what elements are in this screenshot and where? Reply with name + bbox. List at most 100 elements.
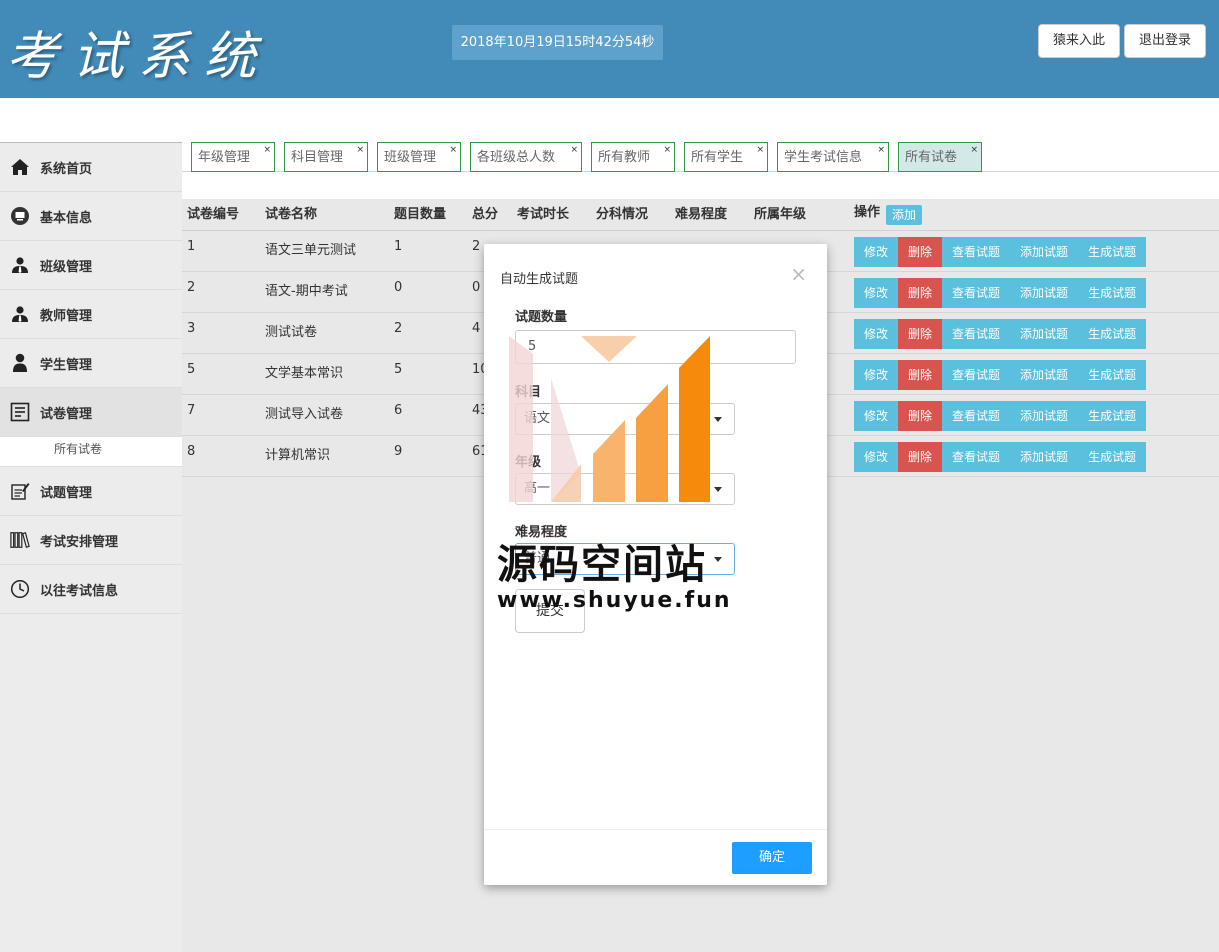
document-icon [10, 402, 30, 422]
sidebar-item-class[interactable]: 班级管理 [0, 241, 182, 290]
sidebar-subitem-all-papers[interactable]: 所有试卷 [0, 437, 182, 467]
logout-button[interactable]: 退出登录 [1124, 24, 1206, 58]
sidebar-item-label: 考试安排管理 [40, 534, 119, 550]
tab-grade-management[interactable]: 年级管理 × [191, 142, 275, 172]
edit-button[interactable]: 修改 [854, 360, 899, 390]
sidebar-item-home[interactable]: 系统首页 [0, 143, 182, 192]
confirm-button[interactable]: 确定 [732, 842, 812, 874]
column-header: 试卷编号 [187, 207, 240, 222]
sidebar-item-label: 试题管理 [40, 485, 93, 501]
edit-icon [10, 481, 30, 501]
edit-button[interactable]: 修改 [854, 401, 899, 431]
generate-questions-button[interactable]: 生成试题 [1078, 237, 1147, 267]
generate-questions-button[interactable]: 生成试题 [1078, 319, 1147, 349]
close-icon[interactable]: × [790, 262, 807, 286]
edit-button[interactable]: 修改 [854, 278, 899, 308]
add-questions-button[interactable]: 添加试题 [1010, 442, 1079, 472]
tab-all-students[interactable]: 所有学生 × [684, 142, 768, 172]
delete-button[interactable]: 删除 [898, 442, 943, 472]
delete-button[interactable]: 删除 [898, 360, 943, 390]
delete-button[interactable]: 删除 [898, 237, 943, 267]
view-questions-button[interactable]: 查看试题 [942, 360, 1011, 390]
sidebar-item-teacher[interactable]: 教师管理 [0, 290, 182, 339]
quantity-label: 试题数量 [515, 310, 568, 325]
home-icon [10, 157, 30, 177]
sidebar-item-student[interactable]: 学生管理 [0, 339, 182, 388]
sidebar-item-label: 基本信息 [40, 210, 93, 226]
close-icon[interactable]: × [449, 135, 457, 165]
close-icon[interactable]: × [356, 135, 364, 165]
tab-class-headcount[interactable]: 各班级总人数 × [470, 142, 582, 172]
dialog-footer: 确定 [484, 829, 827, 885]
tab-subject-management[interactable]: 科目管理 × [284, 142, 368, 172]
tab-all-papers[interactable]: 所有试卷 × [898, 142, 982, 172]
sidebar-item-basic-info[interactable]: 基本信息 [0, 192, 182, 241]
column-header: 所属年级 [754, 207, 807, 222]
watermark-url: www.shuyue.fun [497, 588, 732, 613]
generate-questions-button[interactable]: 生成试题 [1078, 360, 1147, 390]
column-header: 总分 [472, 207, 499, 222]
user-icon [10, 353, 30, 373]
column-header: 试卷名称 [265, 207, 318, 222]
tab-student-exam-info[interactable]: 学生考试信息 × [777, 142, 889, 172]
monitor-icon [10, 206, 30, 226]
view-questions-button[interactable]: 查看试题 [942, 319, 1011, 349]
sidebar-item-exam-schedule[interactable]: 考试安排管理 [0, 516, 182, 565]
view-questions-button[interactable]: 查看试题 [942, 401, 1011, 431]
view-questions-button[interactable]: 查看试题 [942, 442, 1011, 472]
sidebar: 系统首页 基本信息 班级管理 教师管理 学生管理 试卷管理 所有试卷 试题管理 … [0, 142, 182, 952]
add-paper-button[interactable]: 添加 [886, 205, 922, 225]
column-header: 考试时长 [517, 207, 570, 222]
add-questions-button[interactable]: 添加试题 [1010, 237, 1079, 267]
column-header: 难易程度 [675, 207, 728, 222]
close-icon[interactable]: × [570, 135, 578, 165]
delete-button[interactable]: 删除 [898, 278, 943, 308]
sidebar-item-paper[interactable]: 试卷管理 [0, 388, 182, 437]
add-questions-button[interactable]: 添加试题 [1010, 319, 1079, 349]
delete-button[interactable]: 删除 [898, 319, 943, 349]
dialog-title: 自动生成试题 [500, 272, 579, 287]
add-questions-button[interactable]: 添加试题 [1010, 278, 1079, 308]
books-icon [10, 530, 30, 550]
generate-questions-button[interactable]: 生成试题 [1078, 401, 1147, 431]
view-questions-button[interactable]: 查看试题 [942, 278, 1011, 308]
watermark: 源码空间站 www.shuyue.fun [497, 334, 737, 624]
sidebar-item-label: 以往考试信息 [40, 583, 119, 599]
sidebar-item-label: 班级管理 [40, 259, 93, 275]
clock-icon [10, 579, 30, 599]
header: 考试系统 2018年10月19日15时42分54秒 猿来入此 退出登录 [0, 0, 1219, 98]
sidebar-item-label: 系统首页 [40, 161, 93, 177]
close-icon[interactable]: × [663, 135, 671, 165]
tab-all-teachers[interactable]: 所有教师 × [591, 142, 675, 172]
sidebar-item-label: 教师管理 [40, 308, 93, 324]
sidebar-item-label: 试卷管理 [40, 406, 93, 422]
user-tie-icon [10, 304, 30, 324]
logo: 考试系统 [6, 27, 271, 87]
close-icon[interactable]: × [263, 135, 271, 165]
close-icon[interactable]: × [970, 135, 978, 165]
generate-questions-button[interactable]: 生成试题 [1078, 442, 1147, 472]
tab-class-management[interactable]: 班级管理 × [377, 142, 461, 172]
column-header: 操作 [854, 205, 881, 220]
sidebar-item-question[interactable]: 试题管理 [0, 467, 182, 516]
edit-button[interactable]: 修改 [854, 237, 899, 267]
watermark-logo-icon [509, 336, 710, 502]
generate-questions-button[interactable]: 生成试题 [1078, 278, 1147, 308]
guest-button[interactable]: 猿来入此 [1038, 24, 1120, 58]
tab-bar: 年级管理 × 科目管理 × 班级管理 × 各班级总人数 × 所有教师 × 所有学生 × 学生… [182, 142, 1219, 172]
user-tie-icon [10, 255, 30, 275]
datetime-display: 2018年10月19日15时42分54秒 [452, 25, 663, 60]
edit-button[interactable]: 修改 [854, 442, 899, 472]
sidebar-item-past-exams[interactable]: 以往考试信息 [0, 565, 182, 614]
watermark-text: 源码空间站 [497, 542, 707, 588]
add-questions-button[interactable]: 添加试题 [1010, 401, 1079, 431]
delete-button[interactable]: 删除 [898, 401, 943, 431]
sidebar-item-label: 学生管理 [40, 357, 93, 373]
column-header: 题目数量 [394, 207, 447, 222]
close-icon[interactable]: × [756, 135, 764, 165]
edit-button[interactable]: 修改 [854, 319, 899, 349]
add-questions-button[interactable]: 添加试题 [1010, 360, 1079, 390]
view-questions-button[interactable]: 查看试题 [942, 237, 1011, 267]
column-header: 分科情况 [596, 207, 649, 222]
close-icon[interactable]: × [877, 135, 885, 165]
